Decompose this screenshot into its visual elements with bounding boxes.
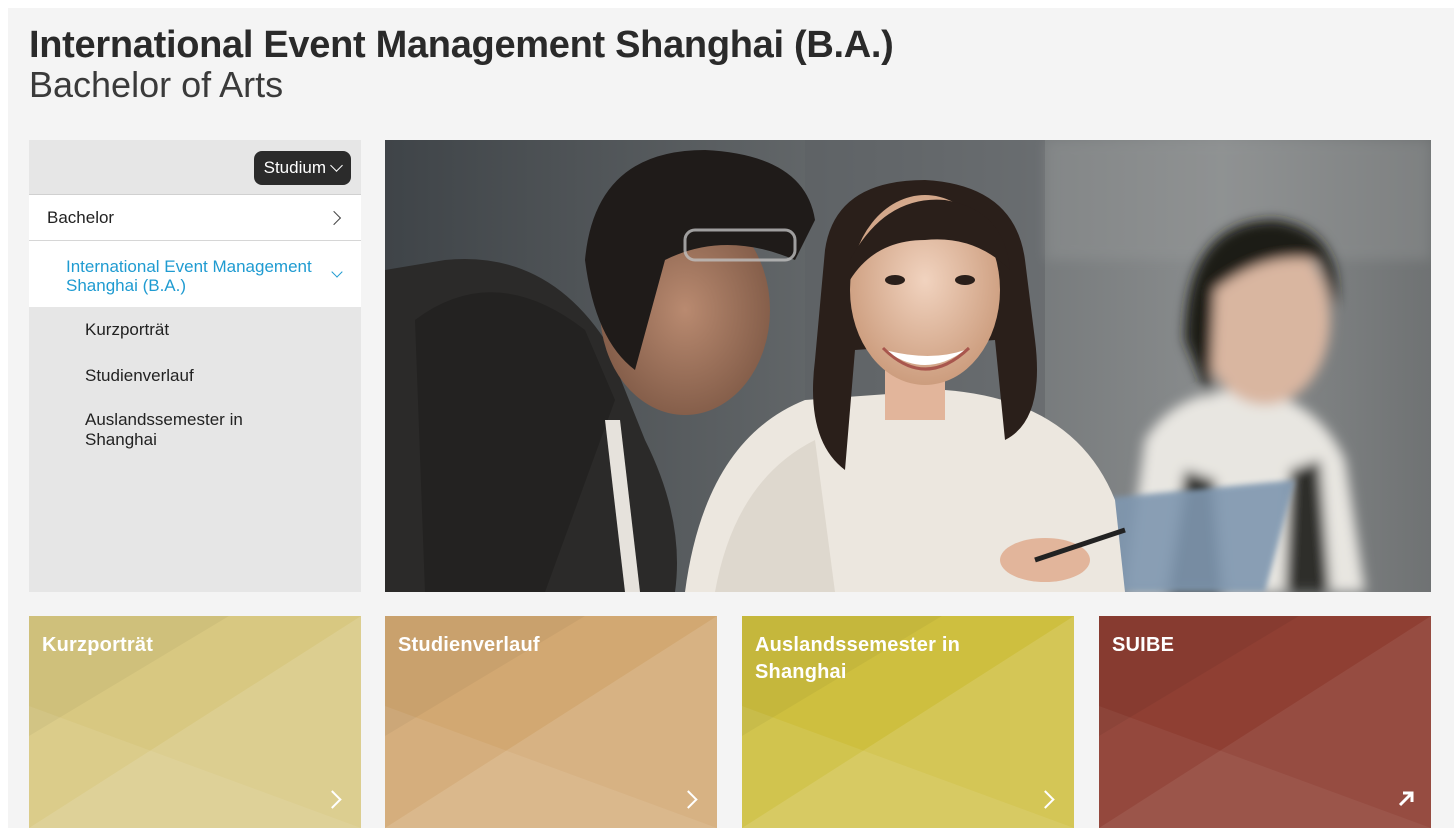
chevron-down-icon[interactable]	[331, 266, 343, 278]
external-link-icon	[1398, 791, 1414, 807]
tile-suibe[interactable]: SUIBE	[1099, 616, 1431, 828]
sidebar-subitem-kurzportraet[interactable]: Kurzporträt	[29, 307, 361, 340]
chevron-right-icon	[326, 210, 342, 226]
tile-studienverlauf[interactable]: Studienverlauf	[385, 616, 717, 828]
tile-title: SUIBE	[1112, 634, 1175, 656]
studium-dropdown-label: Studium	[263, 158, 326, 177]
sidebar-item-label: International Event Management Shanghai …	[66, 257, 312, 295]
sidebar-subitem-studienverlauf[interactable]: Studienverlauf	[29, 340, 361, 386]
tile-title: Auslandssemester in Shanghai	[755, 634, 960, 683]
tile-title: Studienverlauf	[398, 634, 540, 656]
sidebar-subitem-auslandssemester[interactable]: Auslandssemester in Shanghai	[29, 386, 285, 450]
chevron-down-icon	[330, 158, 343, 172]
tile-title: Kurzporträt	[42, 634, 154, 656]
studium-dropdown-button[interactable]: Studium	[253, 151, 351, 185]
page-title: International Event Management Shanghai …	[29, 24, 894, 66]
sidebar-item-current-program[interactable]: International Event Management Shanghai …	[29, 241, 361, 307]
page-subtitle: Bachelor of Arts	[29, 64, 284, 105]
sidebar-nav: Studium Bachelor International Event Man…	[29, 140, 361, 592]
sidebar-item-bachelor[interactable]: Bachelor	[29, 195, 361, 241]
sidebar-item-label: Bachelor	[47, 207, 115, 227]
sidebar-header: Studium	[29, 140, 361, 195]
sidebar-sub-list: Kurzporträt Studienverlauf Auslandssemes…	[29, 307, 361, 450]
hero-image	[385, 140, 1431, 592]
hero-photo-illustration	[385, 140, 1431, 592]
tile-kurzportraet[interactable]: Kurzporträt	[29, 616, 361, 828]
tile-auslandssemester[interactable]: Auslandssemester in Shanghai	[742, 616, 1074, 828]
